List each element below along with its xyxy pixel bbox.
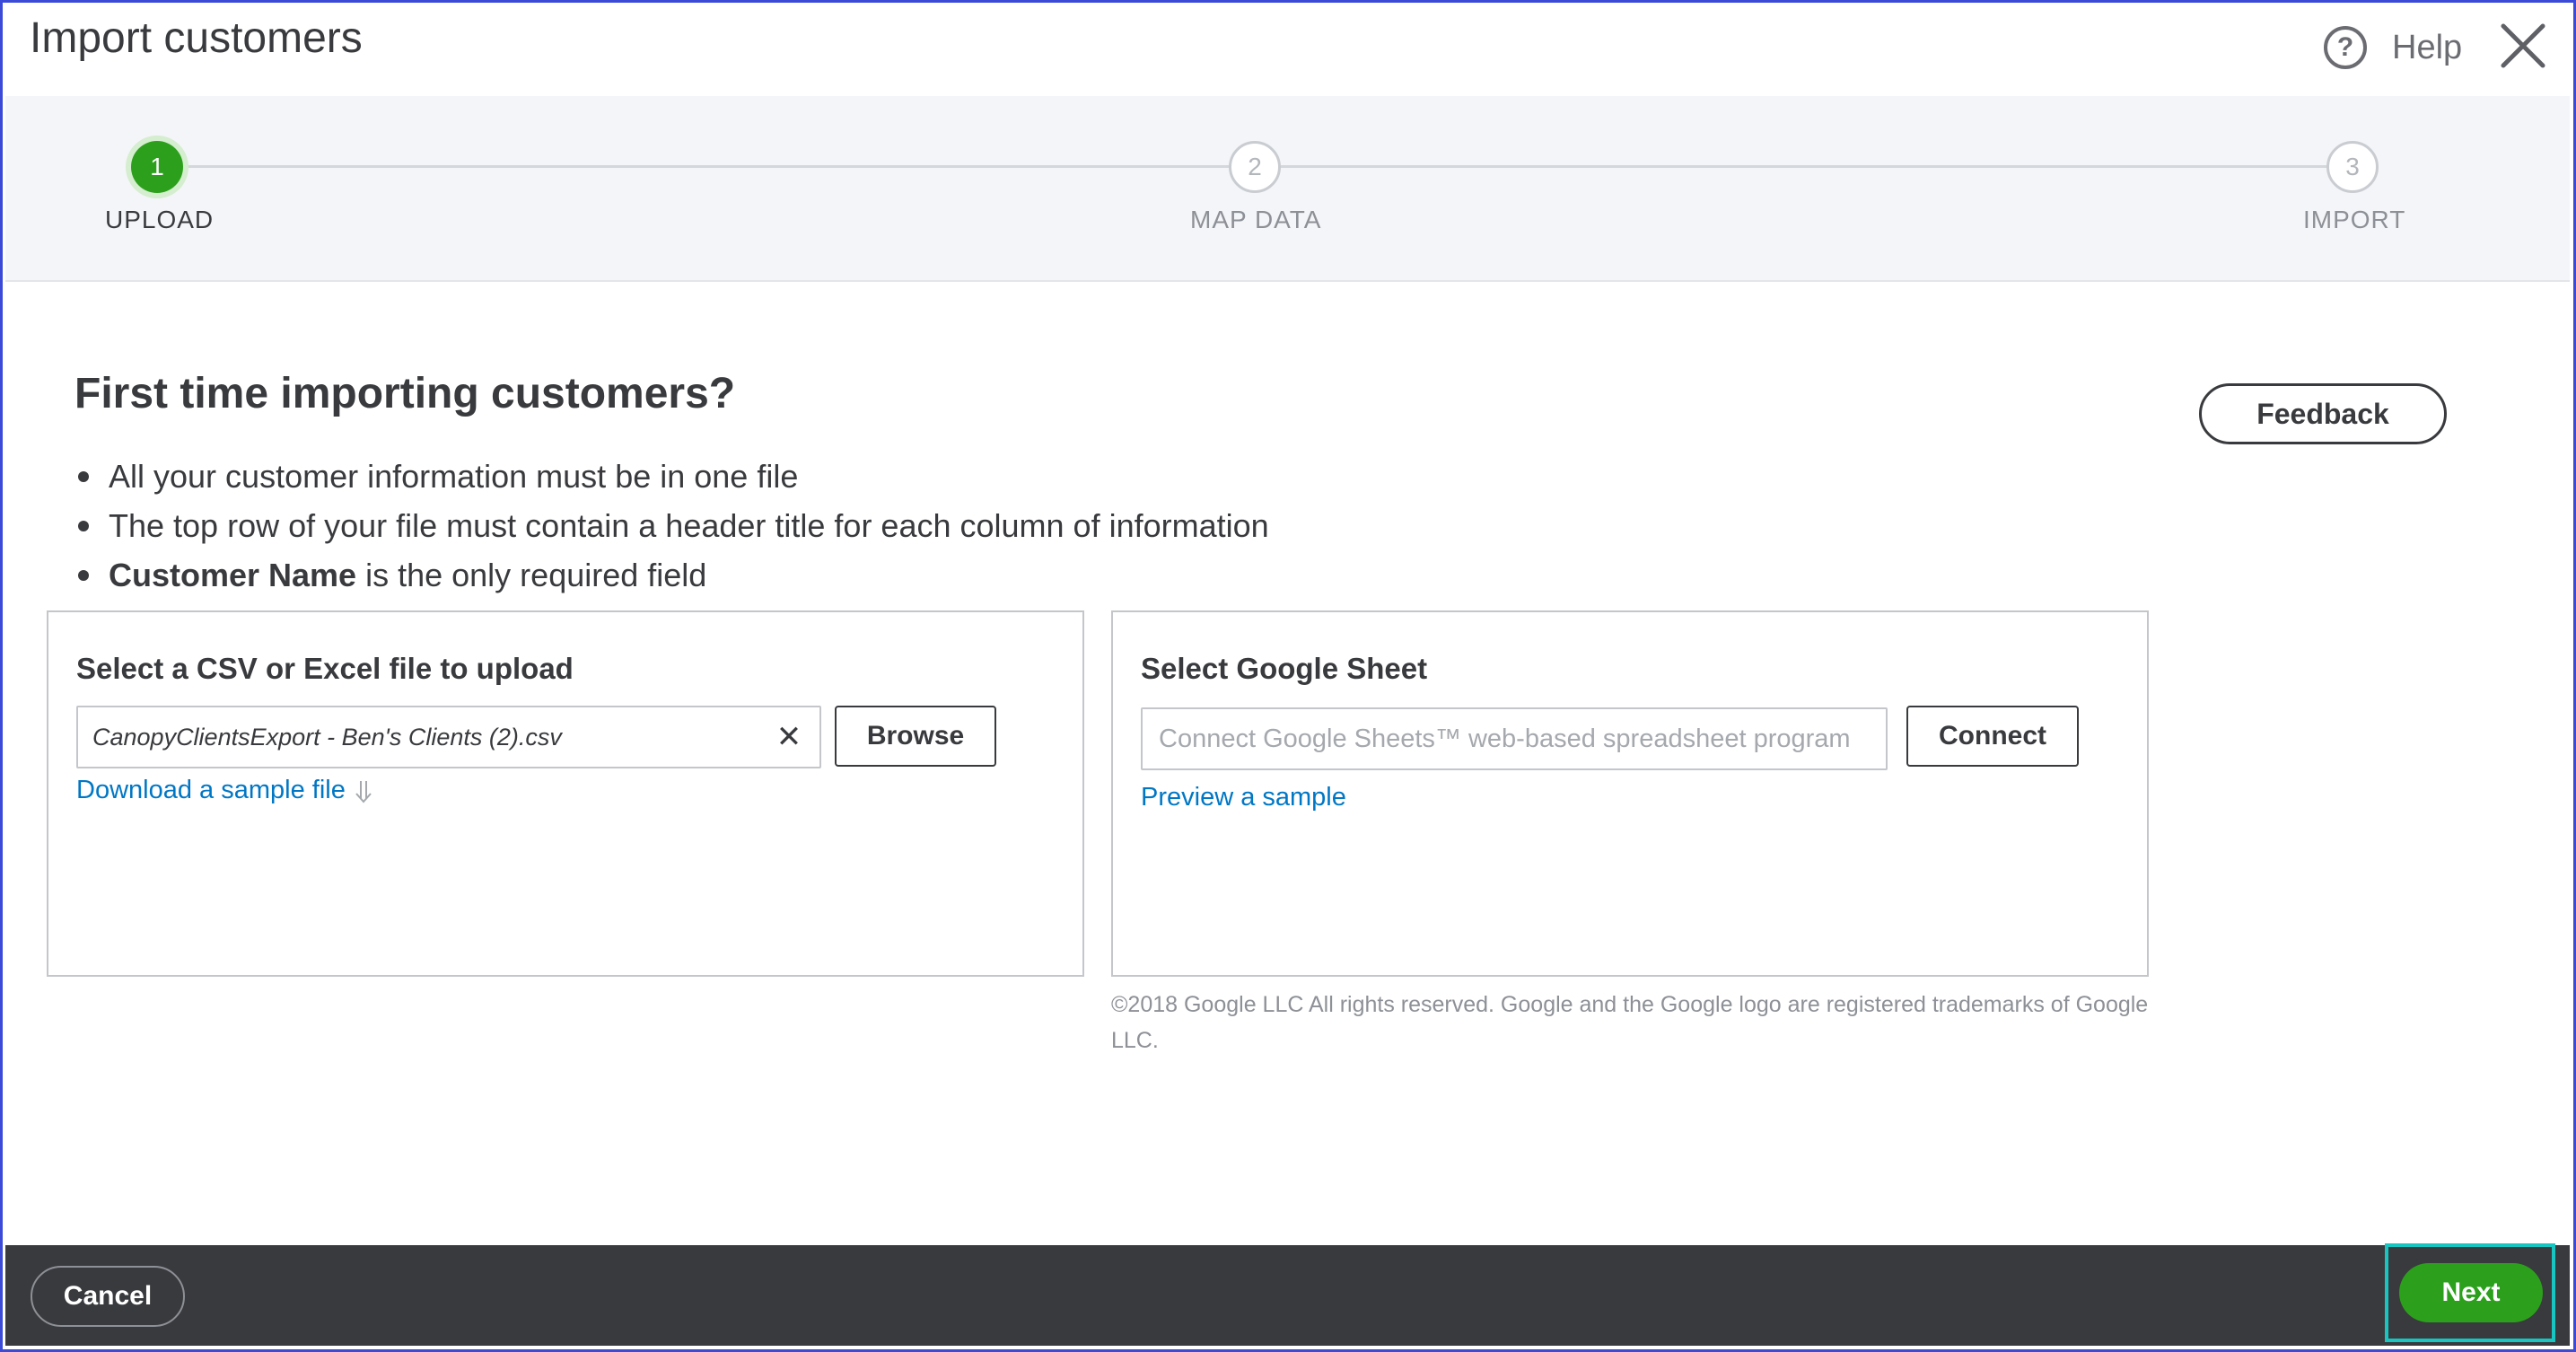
page-title: First time importing customers?: [74, 370, 736, 417]
import-stepper: 1 2 3 UPLOAD MAP DATA IMPORT: [5, 96, 2570, 282]
file-name-field[interactable]: CanopyClientsExport - Ben's Clients (2).…: [76, 706, 821, 768]
step-1-indicator: 1: [131, 141, 183, 193]
import-dialog: Import customers ? Help 1 2 3 UPLOAD MAP…: [0, 0, 2576, 1352]
file-upload-panel: Select a CSV or Excel file to upload Can…: [47, 610, 1084, 977]
list-item-text: is the only required field: [365, 557, 707, 593]
help-icon: ?: [2324, 26, 2367, 69]
feedback-button[interactable]: Feedback: [2199, 383, 2447, 444]
next-button[interactable]: Next: [2399, 1263, 2543, 1322]
connect-button[interactable]: Connect: [1906, 706, 2079, 767]
help-button[interactable]: ? Help: [2324, 22, 2462, 73]
bullet-icon: [78, 520, 89, 531]
google-sheet-panel: Select Google Sheet Connect Google Sheet…: [1111, 610, 2149, 977]
clear-file-icon[interactable]: ✕: [766, 714, 812, 760]
step-3-label: IMPORT: [2303, 206, 2406, 233]
download-sample-label: Download a sample file: [76, 776, 346, 804]
download-arrow-icon: [355, 780, 372, 803]
list-item-text: The top row of your file must contain a …: [109, 507, 1269, 544]
dialog-title: Import customers: [30, 14, 363, 62]
step-2-indicator: 2: [1229, 141, 1281, 193]
list-item-text: All your customer information must be in…: [109, 458, 799, 495]
step-1-label: UPLOAD: [105, 206, 215, 233]
requirements-list: All your customer information must be in…: [78, 452, 1269, 600]
help-label: Help: [2392, 28, 2463, 66]
list-item: Customer Name is the only required field: [78, 550, 1269, 600]
cancel-button[interactable]: Cancel: [31, 1266, 185, 1327]
next-button-highlight: Next: [2385, 1243, 2555, 1342]
google-copyright: ©2018 Google LLC All rights reserved. Go…: [1111, 992, 2149, 1053]
file-name-value: CanopyClientsExport - Ben's Clients (2).…: [92, 723, 562, 751]
google-panel-title: Select Google Sheet: [1141, 652, 1428, 685]
google-sheet-input[interactable]: Connect Google Sheets™ web-based spreads…: [1141, 707, 1888, 770]
preview-sample-link[interactable]: Preview a sample: [1141, 783, 1346, 812]
browse-button[interactable]: Browse: [835, 706, 996, 767]
upload-panel-title: Select a CSV or Excel file to upload: [76, 652, 574, 685]
bullet-icon: [78, 569, 89, 581]
list-item-bold: Customer Name: [109, 557, 357, 593]
step-3-indicator: 3: [2326, 141, 2379, 193]
bullet-icon: [78, 470, 89, 482]
list-item: All your customer information must be in…: [78, 452, 1269, 501]
close-icon[interactable]: [2498, 21, 2548, 71]
dialog-footer: Cancel: [5, 1245, 2570, 1346]
step-2-label: MAP DATA: [1190, 206, 1322, 233]
list-item: The top row of your file must contain a …: [78, 501, 1269, 550]
download-sample-link[interactable]: Download a sample file: [76, 776, 376, 805]
